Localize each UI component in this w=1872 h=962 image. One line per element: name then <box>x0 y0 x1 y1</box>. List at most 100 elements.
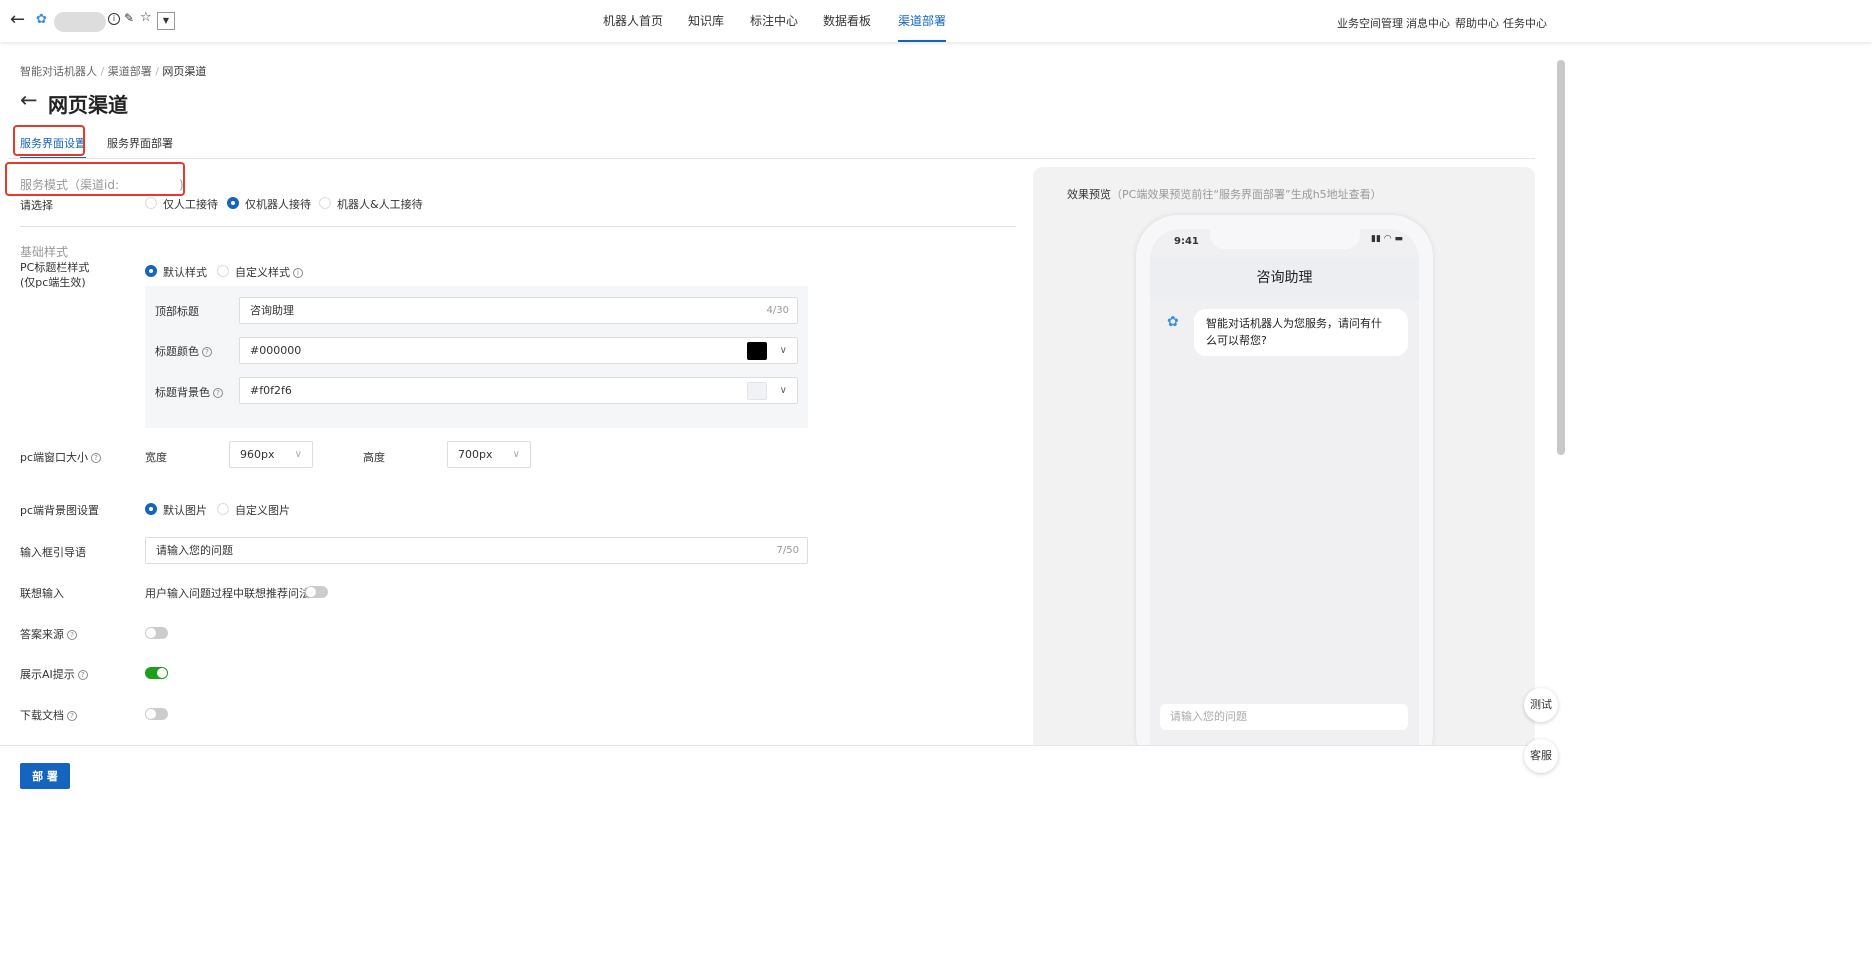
divider <box>20 226 1016 227</box>
suggest-toggle[interactable] <box>305 586 328 598</box>
radio-custom-style[interactable] <box>217 265 229 277</box>
workspace-link[interactable]: 业务空间管理 <box>1337 15 1403 31</box>
download-label: 下载文档? <box>20 707 77 723</box>
color-swatch[interactable] <box>747 382 767 400</box>
dropdown-icon[interactable]: ▼ <box>157 12 175 30</box>
back-arrow-icon[interactable]: ← <box>20 88 38 112</box>
test-button[interactable]: 测试 <box>1524 688 1558 722</box>
chevron-down-icon: ∨ <box>779 345 787 356</box>
chat-input[interactable]: 请输入您的问题 <box>1160 704 1408 730</box>
radio-robot-only[interactable] <box>227 197 239 209</box>
phone-frame: 9:41 ▮▮ ◠ ▬ 咨询助理 ✿ 智能对话机器人为您服务，请问有什 么可以帮您… <box>1136 215 1433 745</box>
suggest-label: 联想输入 <box>20 587 64 600</box>
chat-header: 咨询助理 <box>1150 257 1419 300</box>
help-icon: ? <box>67 711 77 721</box>
nav-knowledge[interactable]: 知识库 <box>688 0 724 42</box>
radio-default-image[interactable] <box>145 503 157 515</box>
answer-source-toggle[interactable] <box>145 627 168 639</box>
help-icon: ? <box>77 670 88 680</box>
window-size-label: pc端窗口大小? <box>20 449 102 465</box>
char-count: 7/50 <box>776 545 799 556</box>
tasks-link[interactable]: 任务中心 <box>1503 15 1547 31</box>
select-label: 请选择 <box>20 199 53 212</box>
status-time: 9:41 <box>1174 236 1199 247</box>
nav-annotation[interactable]: 标注中心 <box>750 0 798 42</box>
tab-ui-deploy[interactable]: 服务界面部署 <box>107 135 173 151</box>
page-title: 网页渠道 <box>48 93 128 117</box>
breadcrumb-current: 网页渠道 <box>162 65 207 78</box>
nav-dashboard[interactable]: 数据看板 <box>823 0 871 42</box>
top-title-label: 顶部标题 <box>155 305 199 318</box>
radio-robot-human[interactable] <box>319 197 331 209</box>
scrollbar[interactable] <box>1557 60 1565 455</box>
tab-divider <box>8 158 1535 159</box>
greeting-bubble: 智能对话机器人为您服务，请问有什 么可以帮您? <box>1194 309 1408 356</box>
chevron-down-icon: ∨ <box>512 449 520 460</box>
star-icon[interactable]: ☆ <box>140 10 152 25</box>
ai-hint-toggle[interactable] <box>145 667 168 679</box>
width-label: 宽度 <box>145 451 167 464</box>
bg-color-input[interactable]: #f0f2f6 ∨ <box>239 377 798 404</box>
phone-notch <box>1210 229 1360 249</box>
highlight-box <box>13 125 85 156</box>
radio-custom-image[interactable] <box>217 503 229 515</box>
info-icon[interactable]: i <box>108 13 120 25</box>
edit-icon[interactable]: ✎ <box>124 11 134 25</box>
download-toggle[interactable] <box>145 708 168 720</box>
radio-label: 仅人工接待 <box>163 198 218 211</box>
breadcrumb: 智能对话机器人 / 渠道部署 / 网页渠道 <box>20 65 207 78</box>
service-mode-label: 服务模式（渠道id:) <box>20 178 184 192</box>
robot-avatar-icon: ✿ <box>1167 314 1179 330</box>
bg-color-label: 标题背景色? <box>155 384 223 400</box>
footer-divider <box>0 745 1550 746</box>
chevron-down-icon: ∨ <box>779 385 787 396</box>
title-color-label: 标题颜色? <box>155 343 212 359</box>
chevron-down-icon: ∨ <box>294 449 302 460</box>
pc-title-label: PC标题栏样式 <box>20 261 90 274</box>
top-bar: ← ✿ i ✎ ☆ ▼ 机器人首页 知识库 标注中心 数据看板 渠道部署 业务空… <box>0 0 1872 42</box>
top-title-input[interactable]: 咨询助理 4/30 <box>239 297 798 324</box>
preview-panel: 效果预览（PC端效果预览前往“服务界面部署”生成h5地址查看） 9:41 ▮▮ … <box>1033 167 1535 745</box>
section-basic-style: 基础样式 <box>20 245 69 259</box>
title-color-input[interactable]: #000000 ∨ <box>239 337 798 364</box>
back-icon[interactable]: ← <box>10 9 25 30</box>
radio-label: 自定义图片 <box>235 504 290 517</box>
customer-service-button[interactable]: 客服 <box>1524 739 1558 773</box>
suggest-desc: 用户输入问题过程中联想推荐问法 <box>145 587 310 600</box>
answer-source-label: 答案来源? <box>20 626 77 642</box>
radio-label: 仅机器人接待 <box>245 198 311 211</box>
color-swatch[interactable] <box>747 342 767 360</box>
title-style-panel: 顶部标题 咨询助理 4/30 标题颜色? #000000 ∨ 标题背景色? #f0… <box>145 286 808 428</box>
placeholder-label: 输入框引导语 <box>20 546 86 559</box>
blurred-name <box>54 12 106 32</box>
preview-title: 效果预览（PC端效果预览前往“服务界面部署”生成h5地址查看） <box>1067 188 1382 201</box>
width-select[interactable]: 960px ∨ <box>229 441 313 468</box>
help-icon: ? <box>213 388 223 398</box>
radio-label: 机器人&人工接待 <box>337 198 423 211</box>
status-icons: ▮▮ ◠ ▬ <box>1371 234 1403 244</box>
breadcrumb-item[interactable]: 渠道部署 <box>108 65 152 78</box>
messages-link[interactable]: 消息中心 <box>1406 15 1450 31</box>
pc-title-sublabel: (仅pc端生效) <box>20 276 86 289</box>
placeholder-input[interactable]: 请输入您的问题 7/50 <box>145 537 808 564</box>
height-label: 高度 <box>363 451 385 464</box>
ai-hint-label: 展示AI提示? <box>20 666 88 682</box>
height-select[interactable]: 700px ∨ <box>447 441 531 468</box>
help-icon: ? <box>67 630 77 640</box>
robot-logo-icon: ✿ <box>36 12 47 27</box>
deploy-button[interactable]: 部 署 <box>20 763 70 789</box>
char-count: 4/30 <box>766 305 789 316</box>
help-icon: ? <box>202 347 212 357</box>
radio-default-style[interactable] <box>145 265 157 277</box>
nav-channel-deploy[interactable]: 渠道部署 <box>898 0 947 42</box>
radio-label: 默认图片 <box>163 504 207 517</box>
radio-human-only[interactable] <box>145 197 157 209</box>
info-icon: i <box>293 268 303 278</box>
nav-robot-home[interactable]: 机器人首页 <box>603 0 663 42</box>
breadcrumb-item[interactable]: 智能对话机器人 <box>20 65 97 78</box>
bg-image-label: pc端背景图设置 <box>20 504 100 517</box>
help-icon: ? <box>91 453 102 463</box>
radio-label: 默认样式 <box>163 266 207 279</box>
radio-label: 自定义样式 i <box>235 264 303 280</box>
help-link[interactable]: 帮助中心 <box>1455 15 1499 31</box>
